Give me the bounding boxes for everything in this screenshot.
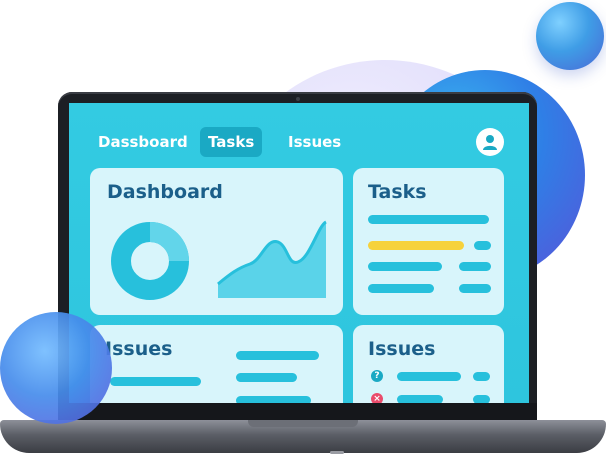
donut-chart (111, 222, 189, 300)
nav-tab-dashboard[interactable]: Dassboard (90, 127, 196, 157)
task-bar-tag (459, 284, 491, 293)
issues-status-card: Issues ? × (353, 325, 504, 403)
tasks-card: Tasks (353, 168, 504, 315)
task-bar (368, 262, 442, 271)
issue-bar-tag (473, 395, 490, 403)
nav-tab-issues[interactable]: Issues (280, 127, 349, 157)
decorative-orb (536, 2, 604, 70)
nav-tab-tasks[interactable]: Tasks (200, 127, 263, 157)
issue-bar-tag (473, 372, 490, 381)
illustration: Dassboard Tasks Issues Dashboard Tasks I… (0, 0, 606, 475)
issues-card-title: Issues (105, 338, 173, 360)
task-bar-highlighted (368, 241, 464, 250)
task-bar (368, 215, 489, 224)
issue-bar (110, 377, 201, 386)
area-chart (217, 220, 327, 298)
laptop-notch (248, 420, 358, 427)
task-bar (368, 284, 434, 293)
dashboard-card: Dashboard (90, 168, 343, 315)
issue-bar (236, 373, 297, 382)
info-icon: ? (371, 370, 383, 382)
issues-status-card-title: Issues (368, 338, 436, 360)
issue-bar (397, 395, 443, 403)
camera-icon (296, 97, 300, 101)
issue-bar (397, 372, 461, 381)
user-icon (483, 135, 497, 150)
laptop-screen: Dassboard Tasks Issues Dashboard Tasks I… (69, 103, 529, 403)
dashboard-card-title: Dashboard (107, 181, 223, 203)
close-icon: × (371, 393, 383, 403)
user-avatar-button[interactable] (476, 128, 504, 156)
decorative-orb (0, 312, 112, 424)
issues-card: Issues (90, 325, 343, 403)
laptop-foot (330, 451, 344, 454)
task-bar-tag (474, 241, 491, 250)
issue-bar (236, 351, 319, 360)
top-nav: Dassboard Tasks Issues (69, 103, 529, 163)
issue-bar (236, 396, 311, 403)
task-bar-tag (459, 262, 491, 271)
tasks-card-title: Tasks (368, 181, 427, 203)
